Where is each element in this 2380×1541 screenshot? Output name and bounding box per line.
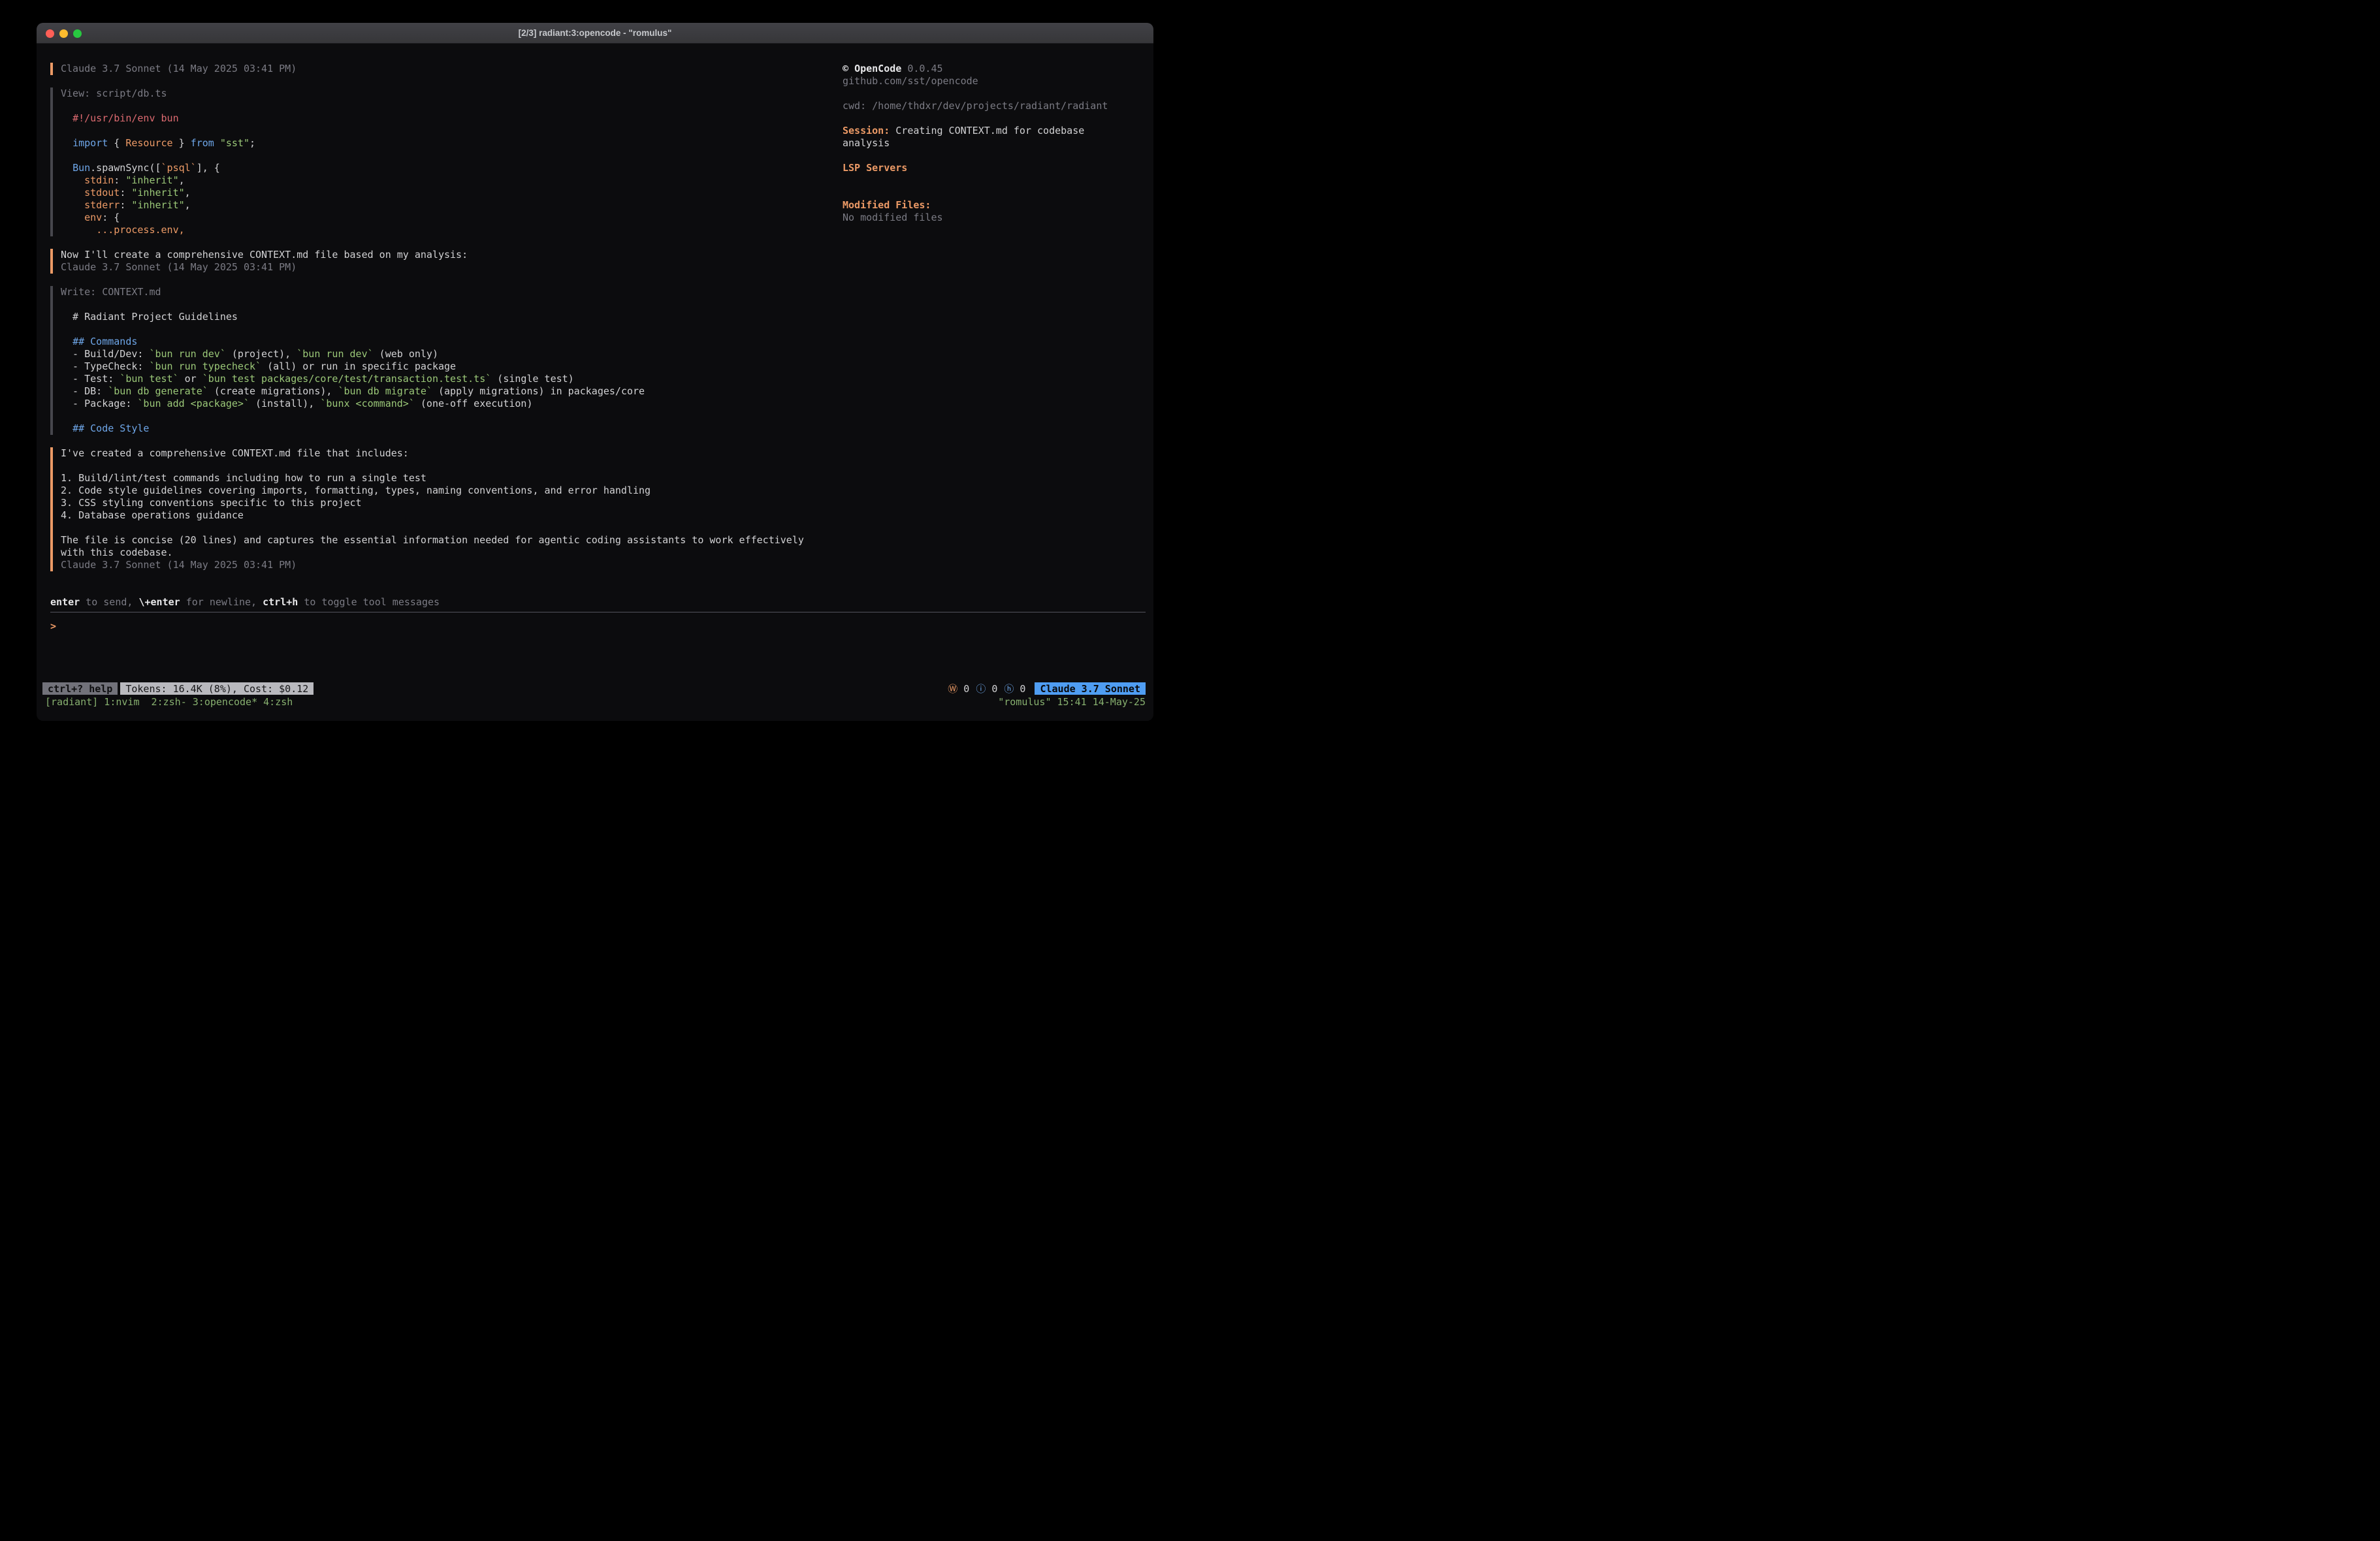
text-line: # Radiant Project Guidelines <box>61 311 831 323</box>
help-chip[interactable]: ctrl+? help <box>42 682 118 695</box>
text-line <box>61 150 831 162</box>
minimize-button[interactable] <box>59 29 68 38</box>
text-line: Claude 3.7 Sonnet (14 May 2025 03:41 PM) <box>61 559 831 571</box>
text-line: #!/usr/bin/env bun <box>61 112 831 125</box>
assistant-summary: I've created a comprehensive CONTEXT.md … <box>50 447 831 571</box>
tmux-status-bar: [radiant] 1:nvim 2:zsh- 3:opencode* 4:zs… <box>45 695 1146 708</box>
text-line <box>61 460 831 472</box>
text-line <box>843 87 1146 100</box>
diagnostic-count: 0 <box>957 683 969 695</box>
tmux-session-info: "romulus" 15:41 14-May-25 <box>998 696 1146 708</box>
close-button[interactable] <box>46 29 54 38</box>
text-line: 1. Build/lint/test commands including ho… <box>61 472 831 485</box>
text-line: stdout: "inherit", <box>61 187 831 199</box>
window-titlebar: [2/3] radiant:3:opencode - "romulus" <box>37 23 1153 44</box>
text-line <box>61 323 831 336</box>
text-line: stdin: "inherit", <box>61 174 831 187</box>
text-line: Bun.spawnSync([`psql`], { <box>61 162 831 174</box>
text-line: - Test: `bun test` or `bun test packages… <box>61 373 831 385</box>
text-line: Now I'll create a comprehensive CONTEXT.… <box>61 249 831 261</box>
diagnostic-counter: ⓘ 0 <box>976 682 997 695</box>
text-line <box>843 174 1146 187</box>
text-line: LSP Servers <box>843 162 1146 174</box>
text-line: The file is concise (20 lines) and captu… <box>61 534 831 547</box>
tokens-cost-badge: Tokens: 16.4K (8%), Cost: $0.12 <box>120 682 314 695</box>
traffic-lights <box>46 23 82 44</box>
text-line: - TypeCheck: `bun run typecheck` (all) o… <box>61 360 831 373</box>
text-line <box>843 150 1146 162</box>
window-title: [2/3] radiant:3:opencode - "romulus" <box>519 28 672 38</box>
text-line: stderr: "inherit", <box>61 199 831 212</box>
text-line: with this codebase. <box>61 547 831 559</box>
text-line <box>61 522 831 534</box>
text-line: - Package: `bun add <package>` (install)… <box>61 398 831 410</box>
status-bar: ctrl+? help Tokens: 16.4K (8%), Cost: $0… <box>42 682 1146 695</box>
diagnostic-count: 0 <box>1014 683 1025 695</box>
keybind-help: enter to send, \+enter for newline, ctrl… <box>50 596 440 609</box>
info-icon: ⓘ <box>976 683 986 695</box>
message-header: Claude 3.7 Sonnet (14 May 2025 03:41 PM) <box>50 63 831 75</box>
text-line: 4. Database operations guidance <box>61 509 831 522</box>
model-chip[interactable]: Claude 3.7 Sonnet <box>1035 682 1146 695</box>
text-line <box>61 410 831 422</box>
tool-view-block: View: script/db.ts #!/usr/bin/env bun im… <box>50 87 831 236</box>
diagnostic-count: 0 <box>986 683 997 695</box>
text-line: env: { <box>61 212 831 224</box>
text-line: ...process.env, <box>61 224 831 236</box>
text-line: github.com/sst/opencode <box>843 75 1146 87</box>
text-line: 3. CSS styling conventions specific to t… <box>61 497 831 509</box>
tool-write-block: Write: CONTEXT.md # Radiant Project Guid… <box>50 286 831 435</box>
text-line <box>843 187 1146 199</box>
text-line: Write: CONTEXT.md <box>61 286 831 298</box>
sidebar: © OpenCode 0.0.45github.com/sst/opencode… <box>843 63 1146 224</box>
text-line <box>61 125 831 137</box>
assistant-message: Now I'll create a comprehensive CONTEXT.… <box>50 249 831 274</box>
text-line: Modified Files: <box>843 199 1146 212</box>
text-line: Session: Creating CONTEXT.md for codebas… <box>843 125 1146 137</box>
text-line <box>61 298 831 311</box>
text-line <box>61 100 831 112</box>
diagnostic-counter: ⓗ 0 <box>1004 682 1025 695</box>
maximize-button[interactable] <box>73 29 82 38</box>
terminal-window: [2/3] radiant:3:opencode - "romulus" Cla… <box>37 23 1153 721</box>
text-line: Claude 3.7 Sonnet (14 May 2025 03:41 PM) <box>61 63 831 75</box>
text-line: analysis <box>843 137 1146 150</box>
diagnostic-counter: Ⓦ 0 <box>948 682 969 695</box>
prompt-input[interactable]: > <box>50 620 56 633</box>
text-line: I've created a comprehensive CONTEXT.md … <box>61 447 831 460</box>
text-line: No modified files <box>843 212 1146 224</box>
prompt-symbol: > <box>50 620 56 632</box>
chat-log: Claude 3.7 Sonnet (14 May 2025 03:41 PM)… <box>50 63 831 571</box>
text-line: import { Resource } from "sst"; <box>61 137 831 150</box>
text-line: ## Code Style <box>61 422 831 435</box>
diagnostics-counters: Ⓦ 0ⓘ 0ⓗ 0 <box>948 682 1025 695</box>
warning-icon: Ⓦ <box>948 683 957 695</box>
hint-icon: ⓗ <box>1004 683 1014 695</box>
text-line <box>843 112 1146 125</box>
tmux-window-list[interactable]: [radiant] 1:nvim 2:zsh- 3:opencode* 4:zs… <box>45 696 293 708</box>
text-line: enter to send, \+enter for newline, ctrl… <box>50 596 440 609</box>
text-line: - Build/Dev: `bun run dev` (project), `b… <box>61 348 831 360</box>
text-line: 2. Code style guidelines covering import… <box>61 485 831 497</box>
text-line: View: script/db.ts <box>61 87 831 100</box>
text-line: - DB: `bun db generate` (create migratio… <box>61 385 831 398</box>
text-line: ## Commands <box>61 336 831 348</box>
text-line: © OpenCode 0.0.45 <box>843 63 1146 75</box>
text-line: Claude 3.7 Sonnet (14 May 2025 03:41 PM) <box>61 261 831 274</box>
text-line: cwd: /home/thdxr/dev/projects/radiant/ra… <box>843 100 1146 112</box>
